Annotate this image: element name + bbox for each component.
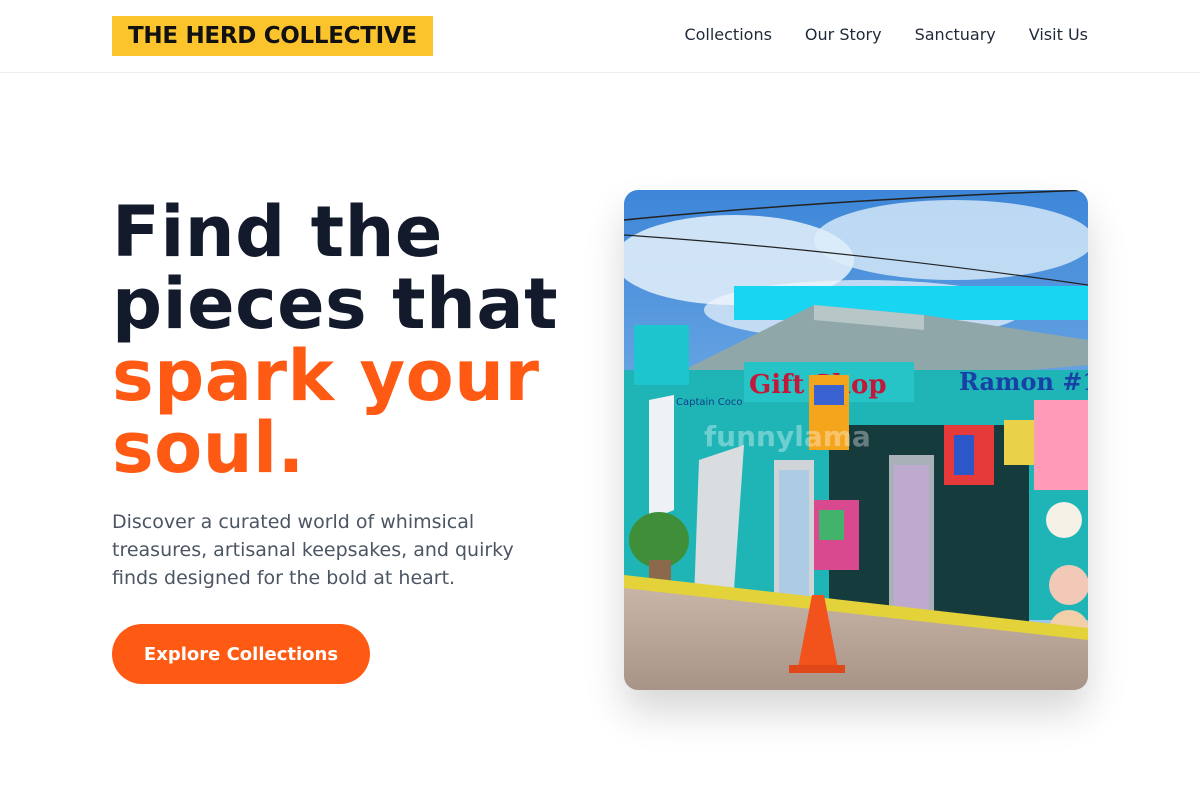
headline-line-2: pieces that <box>112 263 559 345</box>
hero-description: Discover a curated world of whimsical tr… <box>112 511 514 589</box>
nav-link-our-story[interactable]: Our Story <box>805 24 882 46</box>
top-navigation-bar: THE HERD COLLECTIVE Collections Our Stor… <box>0 0 1200 73</box>
main-nav: Collections Our Story Sanctuary Visit Us <box>684 24 1088 46</box>
headline-accent-line-1: spark your <box>112 335 540 417</box>
nav-link-sanctuary[interactable]: Sanctuary <box>915 24 996 46</box>
hero-headline: Find the pieces that spark your soul. <box>112 196 612 484</box>
hero-shop-photo: Gift Shop Ramon #1 Captain Coco funnylam… <box>624 190 1088 690</box>
brand-logo[interactable]: THE HERD COLLECTIVE <box>112 16 433 56</box>
headline-line-1: Find the <box>112 191 443 273</box>
nav-link-visit-us[interactable]: Visit Us <box>1029 24 1088 46</box>
ramon-sign: Ramon #1 <box>959 367 1088 396</box>
explore-collections-button[interactable]: Explore Collections <box>112 624 370 684</box>
headline-accent-line-2: soul. <box>112 407 305 489</box>
nav-link-collections[interactable]: Collections <box>684 24 771 46</box>
image-watermark: funnylama <box>704 420 871 453</box>
captain-coco-sign: Captain Coco <box>676 397 743 408</box>
